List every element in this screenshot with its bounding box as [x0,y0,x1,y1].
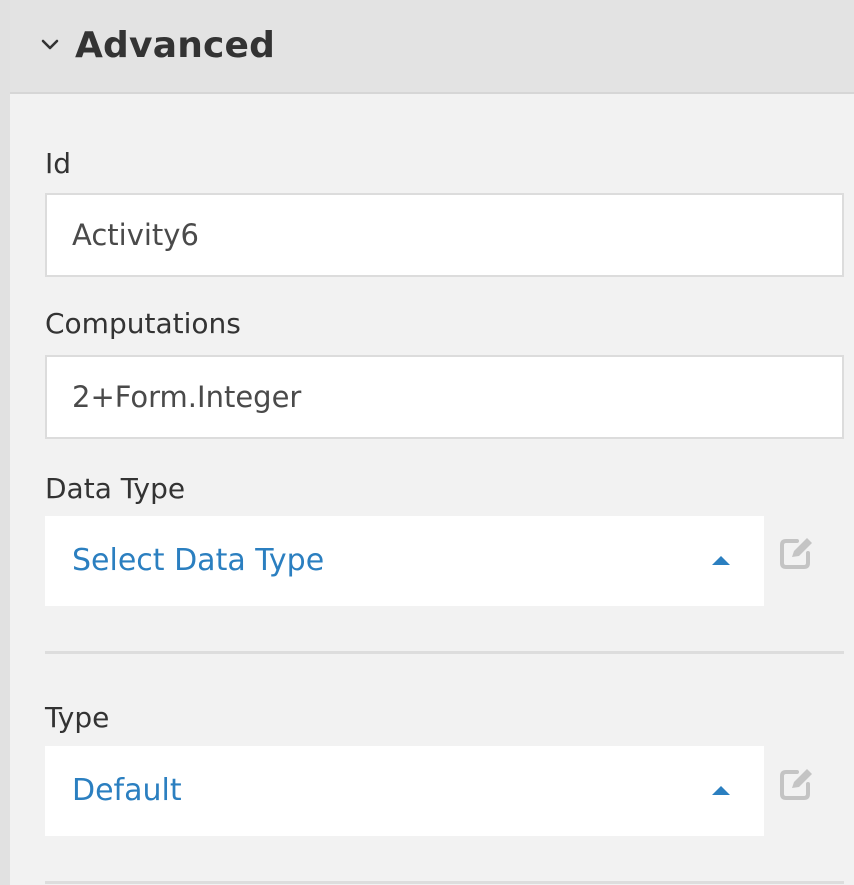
properties-panel: Advanced Id Computations Data Type Selec… [0,0,854,885]
type-select[interactable]: Default [45,746,764,836]
chevron-down-icon[interactable] [41,38,59,52]
edit-icon[interactable] [778,535,814,571]
id-label: Id [45,147,72,180]
data-type-select[interactable]: Select Data Type [45,516,764,606]
id-input[interactable] [45,193,844,277]
caret-up-icon [712,556,730,565]
edit-icon[interactable] [778,766,814,802]
divider [45,881,844,884]
computations-label: Computations [45,307,241,340]
type-selected-value: Default [72,773,182,808]
data-type-selected-value: Select Data Type [72,543,325,578]
type-label: Type [45,701,110,734]
divider [45,651,844,654]
data-type-label: Data Type [45,472,186,505]
computations-input[interactable] [45,355,844,439]
caret-up-icon [712,786,730,795]
advanced-section-header[interactable]: Advanced [10,0,854,94]
section-title: Advanced [75,25,276,66]
